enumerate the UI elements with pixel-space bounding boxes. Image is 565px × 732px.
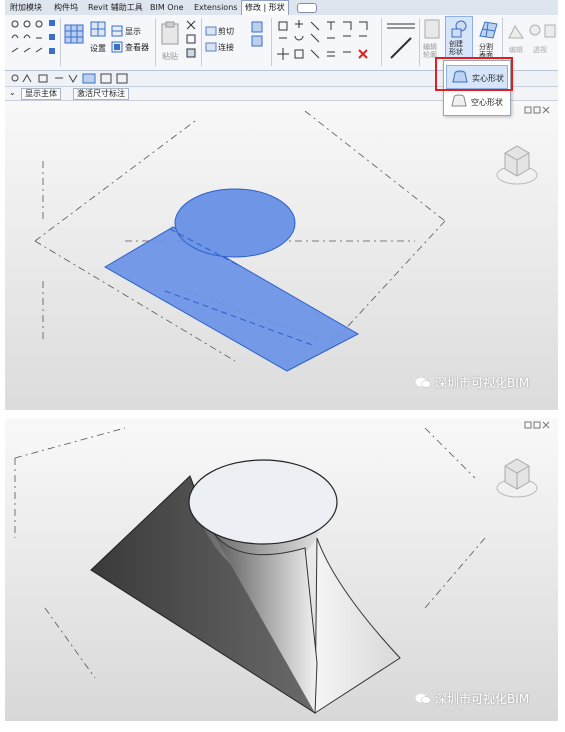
watermark-text: 深圳市可视化BIM — [435, 692, 530, 706]
settings-label: 设置 — [90, 44, 106, 53]
create-form-icon — [451, 20, 467, 38]
tab-component-dock[interactable]: 构件坞 — [51, 1, 81, 14]
view-cube-icon — [496, 145, 538, 185]
ribbon-separator — [201, 18, 202, 66]
sketch-circle — [174, 188, 296, 258]
tab-extensions[interactable]: Extensions — [191, 1, 240, 14]
edit-label: 编辑 — [509, 46, 523, 54]
join-label[interactable]: 连接 — [218, 42, 234, 53]
ribbon-separator — [419, 18, 420, 66]
viewer-icon[interactable] — [111, 41, 123, 53]
tab-revit-tools[interactable]: Revit 辅助工具 — [85, 1, 146, 14]
workplane-icon[interactable] — [89, 20, 107, 38]
viewport-controls-icon — [524, 106, 550, 114]
form-element-icons[interactable] — [505, 20, 557, 44]
ribbon-tab-bar: 附加模块 构件坞 Revit 辅助工具 BIM One Extensions 修… — [5, 0, 558, 16]
viewport-3d-result[interactable]: 深圳市可视化BIM — [5, 418, 558, 721]
highlight-box — [435, 57, 513, 91]
viewer-label[interactable]: 查看器 — [125, 42, 149, 53]
quick-tools-icons[interactable] — [9, 73, 149, 84]
solid-top-face — [188, 459, 338, 545]
solid-right-face — [314, 537, 401, 714]
void-form-icon — [451, 94, 467, 107]
viewport-controls-icon — [524, 421, 550, 429]
split-surface-icon[interactable] — [477, 18, 499, 40]
tab-addins[interactable]: 附加模块 — [7, 1, 45, 14]
cut-label[interactable]: 剪切 — [218, 26, 234, 37]
modify-tools-icon[interactable] — [275, 18, 379, 66]
paste-icon[interactable] — [159, 21, 181, 47]
ribbon-separator — [155, 18, 156, 66]
show-icon[interactable] — [111, 25, 123, 37]
create-form-label: 创建 形状 — [449, 40, 463, 56]
view-cube-icon — [496, 458, 538, 498]
void-form-menu-item[interactable]: 空心形状 — [446, 90, 506, 112]
show-host-toggle[interactable]: 显示主体 — [21, 88, 61, 100]
ribbon-separator — [271, 18, 272, 66]
cut-icon[interactable] — [205, 26, 217, 36]
tab-modify-form[interactable]: 修改 | 形状 — [241, 0, 289, 16]
ribbon-separator — [381, 18, 382, 66]
clipboard-tools-icon[interactable] — [185, 19, 197, 63]
blue-grid-icon[interactable] — [63, 23, 85, 45]
revit-screenshot-sketch: 附加模块 构件坞 Revit 辅助工具 BIM One Extensions 修… — [5, 0, 558, 410]
draw-tools-icon[interactable] — [9, 18, 57, 66]
result-canvas — [14, 421, 550, 714]
geometry-tools-icon[interactable] — [251, 21, 263, 57]
ribbon-separator — [60, 18, 61, 66]
chevron-down-icon[interactable]: ⌄ — [9, 88, 16, 97]
show-label[interactable]: 显示 — [125, 26, 141, 37]
camera-toggle-icon[interactable] — [297, 3, 317, 13]
sketch-canvas — [34, 106, 550, 372]
viewport-3d-sketch[interactable]: 深圳市可视化BIM — [5, 101, 558, 410]
measure-tools-icon[interactable] — [385, 18, 417, 66]
wechat-icon — [415, 693, 431, 704]
wechat-icon — [415, 377, 431, 388]
watermark-text: 深圳市可视化BIM — [435, 376, 530, 390]
create-form-button[interactable]: 创建 形状 — [445, 16, 473, 58]
paste-label: 粘贴 — [162, 52, 178, 61]
edit-profile-icon[interactable] — [423, 18, 441, 42]
join-icon[interactable] — [205, 42, 217, 52]
void-form-label: 空心形状 — [471, 98, 503, 107]
tab-bim-one[interactable]: BIM One — [147, 1, 187, 14]
activate-dimensions-toggle[interactable]: 激活尺寸标注 — [73, 88, 129, 100]
perspective-label: 透视 — [533, 46, 547, 54]
